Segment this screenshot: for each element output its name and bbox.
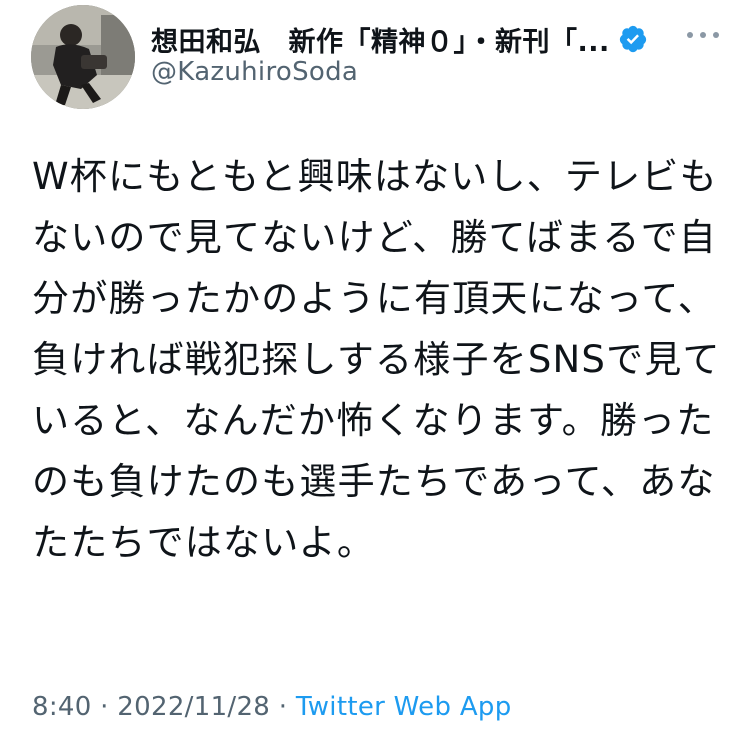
meta-separator: ·: [270, 692, 296, 722]
author-display-name[interactable]: 想田和弘 新作「精神０」・新刊「...: [151, 20, 610, 59]
more-horizontal-icon: [687, 32, 719, 38]
avatar[interactable]: [31, 5, 135, 109]
tweet-time[interactable]: 8:40: [32, 692, 92, 722]
author-handle[interactable]: @KazuhiroSoda: [151, 57, 358, 87]
tweet-card: 想田和弘 新作「精神０」・新刊「... @KazuhiroSoda W杯にもとも…: [0, 0, 750, 737]
verified-badge-icon: [619, 25, 646, 53]
tweet-date[interactable]: 2022/11/28: [117, 692, 270, 722]
profile-photo-icon: [31, 5, 135, 109]
author-name-row[interactable]: 想田和弘 新作「精神０」・新刊「...: [151, 18, 648, 60]
meta-separator: ·: [91, 692, 118, 722]
tweet-text: W杯にもともと興味はないし、テレビもないので見てないけど、勝てばまるで自分が勝っ…: [32, 155, 721, 564]
tweet-metadata: 8:40 · 2022/11/28 · Twitter Web App: [32, 692, 512, 722]
tweet-source-link[interactable]: Twitter Web App: [296, 692, 512, 722]
more-options-button[interactable]: [683, 23, 723, 47]
